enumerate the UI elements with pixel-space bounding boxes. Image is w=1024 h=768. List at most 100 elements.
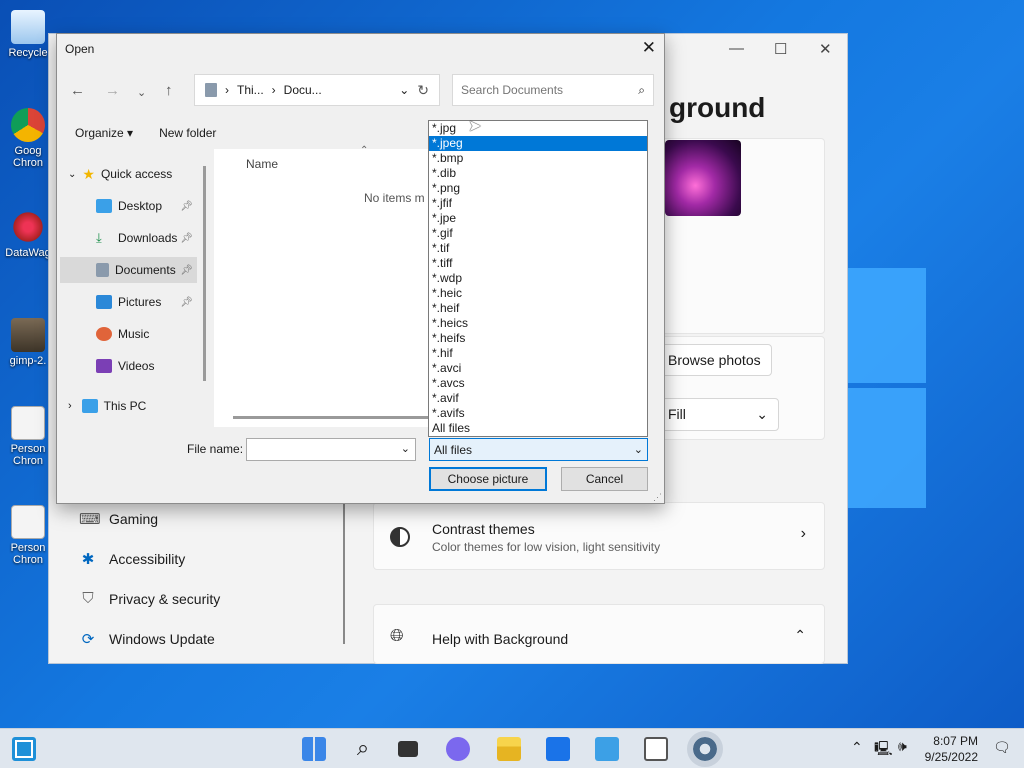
forward-icon[interactable]: →: [105, 82, 120, 99]
up-icon[interactable]: ↑: [165, 82, 173, 99]
search-input[interactable]: [461, 83, 621, 97]
minimize-icon[interactable]: —: [729, 40, 744, 57]
file-type-option[interactable]: *.tif: [429, 241, 647, 256]
breadcrumb-separator: ›: [225, 83, 229, 97]
empty-message: No items m: [364, 191, 425, 205]
pictures-icon: [96, 295, 112, 309]
file-type-option[interactable]: *.wdp: [429, 271, 647, 286]
horizontal-scrollbar[interactable]: [233, 416, 433, 419]
nav-label: Windows Update: [109, 631, 215, 647]
maximize-icon[interactable]: ☐: [774, 40, 787, 58]
search-icon[interactable]: ⌕: [638, 83, 645, 98]
back-icon[interactable]: ←: [70, 82, 85, 99]
search-icon[interactable]: ⌕: [351, 737, 375, 761]
chevron-down-icon: ⌄: [68, 168, 77, 180]
new-folder-button[interactable]: New folder: [159, 126, 216, 140]
pane-label: Desktop: [118, 199, 163, 213]
file-type-option[interactable]: *.gif: [429, 226, 647, 241]
fit-select[interactable]: Fill ⌄: [657, 398, 779, 431]
breadcrumb-this-pc[interactable]: Thi...: [237, 83, 264, 97]
settings-gear-icon[interactable]: [687, 731, 723, 767]
pc-icon: [81, 399, 98, 413]
browse-photos-button[interactable]: Browse photos: [657, 344, 772, 376]
desktop-icon-label: Recycle: [8, 47, 48, 59]
task-view-icon[interactable]: [398, 741, 418, 757]
pane-documents[interactable]: Documents 📌︎: [60, 257, 197, 283]
breadcrumb-documents[interactable]: Docu...: [284, 83, 322, 97]
file-type-option[interactable]: *.avif: [429, 391, 647, 406]
pane-desktop[interactable]: Desktop 📌︎: [60, 193, 197, 219]
start-icon[interactable]: [302, 737, 326, 761]
cancel-button[interactable]: Cancel: [561, 467, 648, 491]
file-name-field[interactable]: ⌄: [246, 438, 416, 461]
pane-quick-access[interactable]: ⌄ ★ Quick access: [60, 161, 197, 187]
notepad-icon[interactable]: [644, 737, 668, 761]
pane-this-pc[interactable]: › This PC: [60, 393, 197, 419]
clock[interactable]: 8:07 PM 9/25/2022: [925, 733, 978, 765]
app-icon[interactable]: [595, 737, 619, 761]
notifications-icon[interactable]: 🗨: [993, 739, 1011, 756]
file-type-option[interactable]: *.jfif: [429, 196, 647, 211]
chevron-down-icon[interactable]: ⌄: [401, 442, 410, 455]
nav-label: Gaming: [109, 511, 159, 527]
file-type-option[interactable]: *.dib: [429, 166, 647, 181]
search-box[interactable]: ⌕: [452, 74, 654, 106]
help-background-row[interactable]: 🌐︎ Help with Background ⌃: [373, 604, 825, 664]
close-icon[interactable]: ✕: [642, 38, 656, 58]
taskbar: ⌕ ⌃ 🖳 🕪 8:07 PM 9/25/2022 🗨: [0, 728, 1024, 768]
refresh-icon[interactable]: ↻: [417, 82, 429, 99]
pane-pictures[interactable]: Pictures 📌︎: [60, 289, 197, 315]
pane-videos[interactable]: Videos: [60, 353, 197, 379]
pane-scrollbar[interactable]: [203, 166, 206, 381]
network-icon[interactable]: 🖳: [874, 738, 893, 762]
nav-gaming[interactable]: ⌨ Gaming: [79, 510, 158, 528]
windows-wallpaper-logo: [848, 258, 926, 508]
file-type-option[interactable]: All files: [429, 421, 647, 436]
file-type-option[interactable]: *.hif: [429, 346, 647, 361]
address-bar[interactable]: › Thi... › Docu... ⌄ ↻: [194, 74, 440, 106]
choose-picture-button[interactable]: Choose picture: [429, 467, 547, 491]
desktop-icon-recycle[interactable]: Recycle: [2, 10, 54, 59]
store-icon[interactable]: [546, 737, 570, 761]
file-type-option[interactable]: *.bmp: [429, 151, 647, 166]
desktop-icon-datawag[interactable]: DataWag: [2, 210, 54, 259]
chevron-up-icon[interactable]: ⌃: [851, 739, 863, 756]
file-type-option[interactable]: *.tiff: [429, 256, 647, 271]
resize-grip-icon[interactable]: ⋰: [653, 492, 662, 503]
fit-select-value: Fill: [668, 406, 686, 422]
datawag-icon: [11, 210, 45, 244]
close-icon[interactable]: ✕: [819, 40, 832, 58]
widgets-icon[interactable]: [12, 737, 36, 761]
nav-windows-update[interactable]: ⟳ Windows Update: [79, 630, 215, 648]
file-explorer-icon[interactable]: [497, 737, 521, 761]
column-header-name[interactable]: Name: [246, 157, 278, 171]
file-type-option[interactable]: *.heif: [429, 301, 647, 316]
file-type-select[interactable]: All files ⌄: [429, 438, 648, 461]
file-type-option[interactable]: *.avifs: [429, 406, 647, 421]
recent-chevron-icon[interactable]: ⌄: [137, 86, 146, 99]
file-type-option[interactable]: *.heics: [429, 316, 647, 331]
file-type-option[interactable]: *.heifs: [429, 331, 647, 346]
pane-music[interactable]: Music: [60, 321, 197, 347]
file-type-option[interactable]: *.avcs: [429, 376, 647, 391]
desktop-icon-gimp[interactable]: gimp-2.: [2, 318, 54, 367]
desktop-icon-person1[interactable]: Person Chron: [2, 406, 54, 467]
breadcrumb-separator: ›: [271, 83, 276, 97]
contrast-themes-row[interactable]: Contrast themes Color themes for low vis…: [373, 502, 825, 570]
file-list[interactable]: ⌃ Name No items m: [214, 145, 429, 427]
pane-downloads[interactable]: ⤓ Downloads 📌︎: [60, 225, 197, 251]
file-type-option[interactable]: *.jpg: [429, 121, 647, 136]
file-type-option[interactable]: *.heic: [429, 286, 647, 301]
nav-accessibility[interactable]: ✱ Accessibility: [79, 550, 186, 568]
file-type-option[interactable]: *.jpeg: [429, 136, 647, 151]
desktop-icon-chrome[interactable]: Goog Chron: [2, 108, 54, 169]
chat-icon[interactable]: [446, 737, 470, 761]
nav-privacy[interactable]: ⛉ Privacy & security: [79, 590, 220, 607]
organize-button[interactable]: Organize ▾: [75, 126, 133, 140]
file-type-option[interactable]: *.png: [429, 181, 647, 196]
file-type-option[interactable]: *.jpe: [429, 211, 647, 226]
chevron-down-icon[interactable]: ⌄: [399, 83, 409, 97]
file-type-option[interactable]: *.avci: [429, 361, 647, 376]
volume-icon[interactable]: 🕪: [898, 738, 907, 755]
desktop-icon-person2[interactable]: Person Chron: [2, 505, 54, 566]
